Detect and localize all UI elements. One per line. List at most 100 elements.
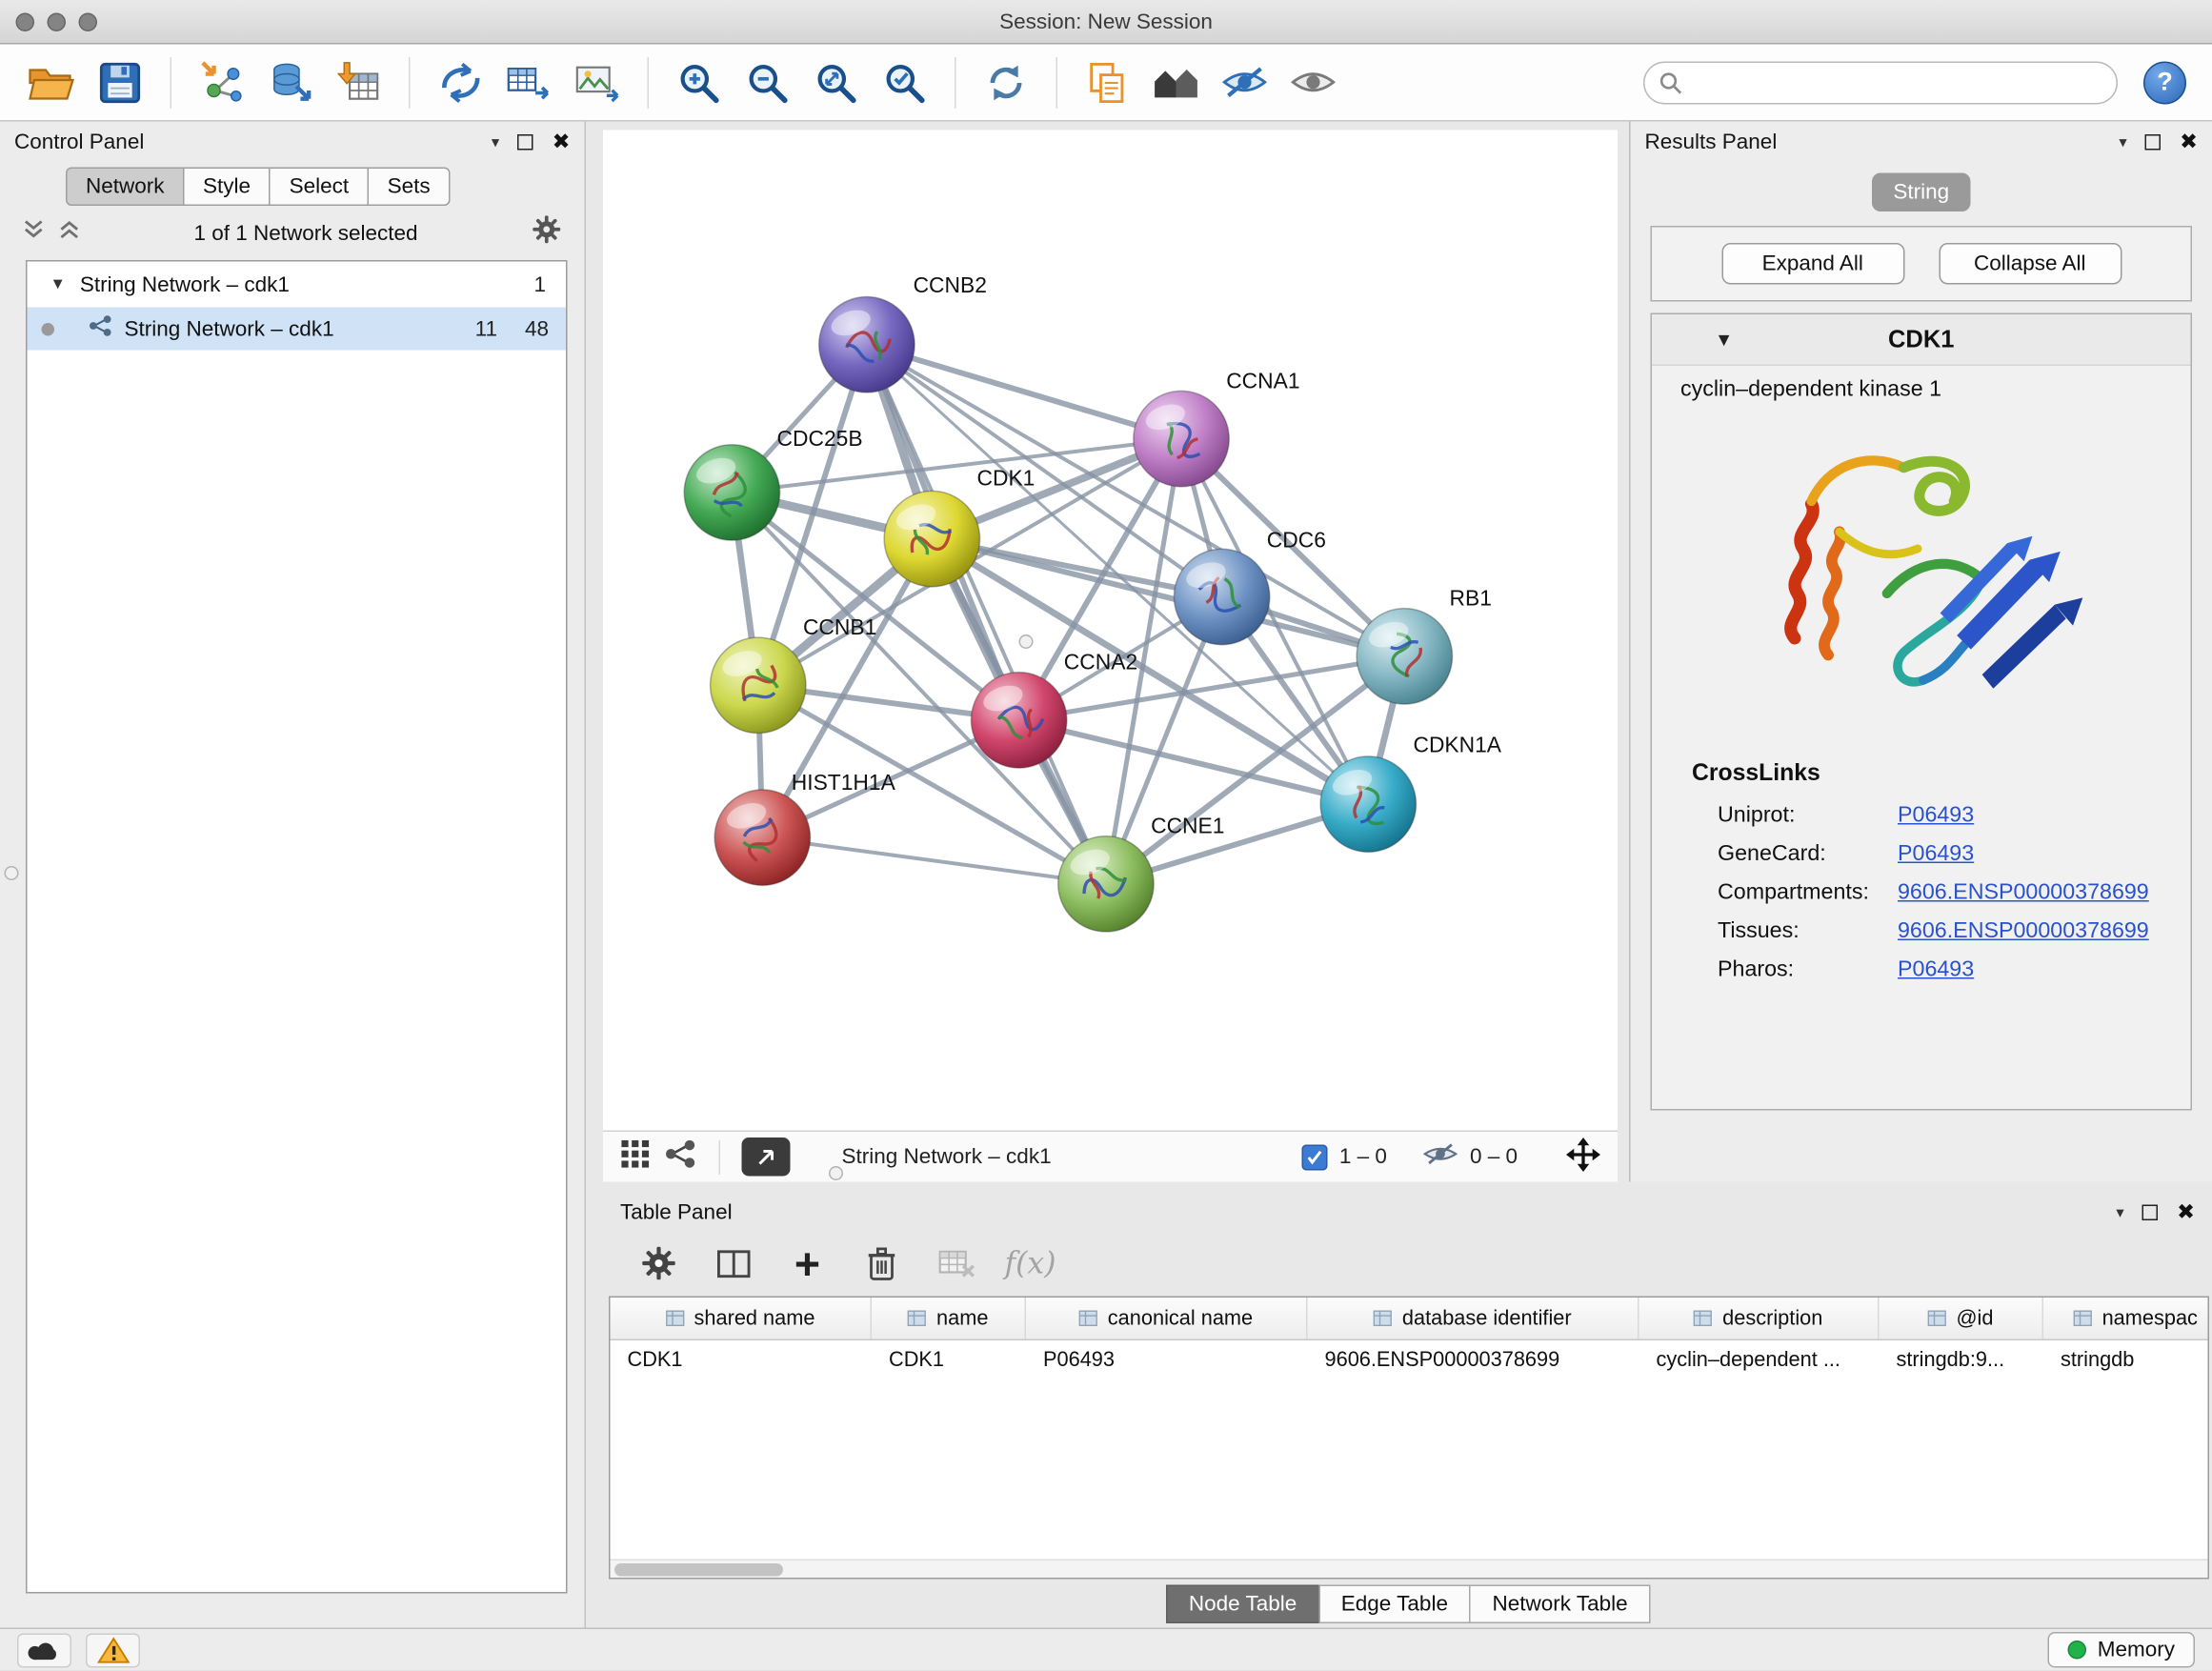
table-settings-gear-button[interactable] [632,1237,686,1291]
column-header-description[interactable]: description [1639,1298,1880,1339]
hidden-eye-slash-icon[interactable] [1421,1140,1458,1174]
hide-selected-button[interactable] [1214,50,1277,113]
annotation-copy-button[interactable] [1076,50,1139,113]
selected-checkbox-icon[interactable] [1302,1144,1328,1170]
show-columns-button[interactable] [706,1237,760,1291]
memory-button[interactable]: Memory [2047,1633,2195,1669]
expand-all-networks-icon[interactable] [23,220,45,246]
entry-disclosure-icon[interactable]: ▼ [1715,329,1733,351]
network-node-CDC6[interactable]: CDC6 [1174,528,1325,645]
share-network-icon[interactable] [665,1139,698,1176]
cloud-button[interactable] [17,1633,71,1667]
network-edge[interactable] [867,345,1106,884]
network-node-CDKN1A[interactable]: CDKN1A [1320,732,1502,852]
results-tab-string[interactable]: String [1872,173,1971,212]
close-panel-icon[interactable]: ✖ [2177,1201,2195,1223]
panel-menu-icon[interactable]: ▾ [2116,1202,2123,1221]
new-network-from-table-button[interactable] [497,50,560,113]
import-network-from-file-icon [199,60,244,105]
network-graph[interactable]: CCNB2CCNA1CDC25BCDK1CDC6RB1CCNB1CCNA2CDK… [603,131,1618,1131]
zoom-out-button[interactable] [736,50,799,113]
network-node-HIST1H1A[interactable]: HIST1H1A [714,770,895,885]
network-row-selected[interactable]: String Network – cdk1 11 48 [28,308,567,351]
crosslink-label: Compartments: [1718,880,1898,906]
column-header-namespac[interactable]: namespac [2043,1298,2208,1339]
import-table-from-file-button[interactable] [328,50,391,113]
splitter-handle[interactable] [1019,634,1034,649]
open-in-new-window-button[interactable] [742,1137,791,1177]
home-button[interactable] [1145,50,1208,113]
panel-menu-icon[interactable]: ▾ [2119,132,2126,151]
tab-style[interactable]: Style [183,168,271,207]
help-button[interactable]: ? [2143,61,2186,104]
crosslink-link[interactable]: P06493 [1898,842,1974,868]
zoom-fit-button[interactable] [805,50,868,113]
expand-all-button[interactable]: Expand All [1721,243,1904,285]
zoom-in-button[interactable] [668,50,731,113]
column-header-shared-name[interactable]: shared name [611,1298,873,1339]
zoom-selected-button[interactable] [874,50,936,113]
network-node-CCNB1[interactable]: CCNB1 [711,614,877,733]
crosslink-link[interactable]: 9606.ENSP00000378699 [1898,919,2149,945]
column-header-database-identifier[interactable]: database identifier [1308,1298,1639,1339]
minimize-window-button[interactable] [48,12,67,31]
network-edge[interactable] [867,345,1181,439]
crosslink-link[interactable]: P06493 [1898,803,1974,829]
network-options-gear-icon[interactable] [532,214,562,252]
splitter-handle[interactable] [5,866,19,880]
tab-select[interactable]: Select [270,168,370,207]
close-window-button[interactable] [16,12,35,31]
scrollbar-thumb[interactable] [614,1564,783,1578]
export-image-button[interactable] [566,50,629,113]
table-horizontal-scrollbar[interactable] [611,1560,2208,1579]
network-node-CCNA1[interactable]: CCNA1 [1134,368,1300,486]
show-all-button[interactable] [1282,50,1345,113]
sort-column-icon [1927,1311,1946,1327]
collection-disclosure-icon[interactable]: ▼ [50,276,66,293]
save-session-button[interactable] [89,50,151,113]
crosslink-link[interactable]: P06493 [1898,957,1974,983]
column-header-canonical-name[interactable]: canonical name [1026,1298,1308,1339]
table-row[interactable]: CDK1CDK1P064939606.ENSP00000378699cyclin… [611,1340,2208,1379]
create-column-button[interactable]: + [780,1237,835,1291]
search-field[interactable] [1643,61,2118,104]
splitter-handle[interactable] [829,1166,843,1180]
panel-menu-icon[interactable]: ▾ [492,132,499,151]
right-column: CCNB2CCNA1CDC25BCDK1CDC6RB1CCNB1CCNA2CDK… [586,122,2212,1629]
network-node-RB1[interactable]: RB1 [1357,586,1492,704]
new-network-button[interactable] [429,50,492,113]
collapse-all-button[interactable]: Collapse All [1939,243,2122,285]
column-header--id[interactable]: @id [1880,1298,2044,1339]
float-panel-icon[interactable] [2142,1204,2159,1220]
tab-node-table[interactable]: Node Table [1166,1584,1319,1623]
import-network-from-database-button[interactable] [259,50,322,113]
float-panel-icon[interactable] [2145,133,2162,150]
warnings-button[interactable] [86,1633,140,1667]
search-input[interactable] [1692,70,2102,93]
tab-network-table[interactable]: Network Table [1469,1584,1650,1623]
crosslink-link[interactable]: 9606.ENSP00000378699 [1898,880,2149,906]
network-edge[interactable] [762,837,1106,884]
open-session-button[interactable] [20,50,83,113]
birds-eye-grid-icon[interactable] [620,1139,651,1176]
results-panel: Results Panel ▾ ✖ String Expand All Coll… [1629,122,2212,1182]
close-panel-icon[interactable]: ✖ [553,131,571,152]
maximize-window-button[interactable] [79,12,98,31]
tab-edge-table[interactable]: Edge Table [1318,1584,1471,1623]
entry-header[interactable]: ▼ CDK1 [1652,314,2191,366]
import-table-from-file-icon [336,60,381,105]
import-network-from-file-button[interactable] [191,50,253,113]
fit-content-crosshair-icon[interactable] [1566,1137,1600,1177]
float-panel-icon[interactable] [518,133,534,150]
network-canvas[interactable]: CCNB2CCNA1CDC25BCDK1CDC6RB1CCNB1CCNA2CDK… [603,131,1618,1131]
network-collection-row[interactable]: ▼ String Network – cdk1 1 [28,262,567,308]
column-header-name[interactable]: name [872,1298,1026,1339]
close-panel-icon[interactable]: ✖ [2180,131,2198,152]
network-node-CDK1[interactable]: CDK1 [884,465,1035,587]
collapse-all-networks-icon[interactable] [59,220,81,246]
tab-network[interactable]: Network [66,168,185,207]
delete-column-button[interactable] [855,1237,909,1291]
main-toolbar: ? [0,45,2212,122]
tab-sets[interactable]: Sets [368,168,451,207]
refresh-layout-button[interactable] [975,50,1037,113]
